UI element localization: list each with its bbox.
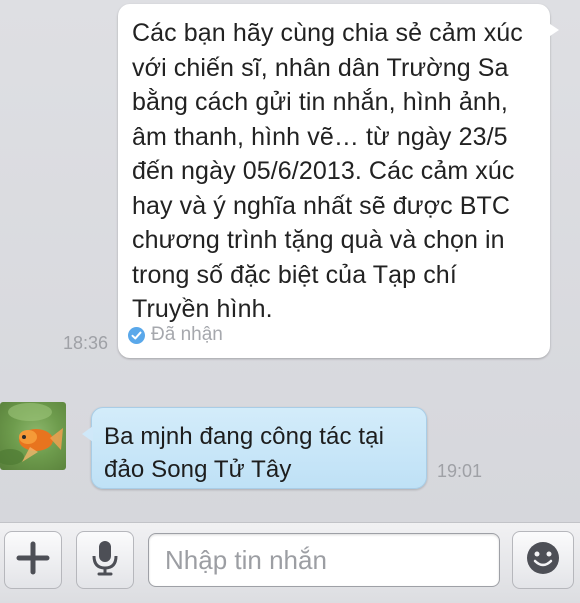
microphone-icon	[90, 539, 120, 582]
smiley-icon	[525, 540, 561, 581]
check-circle-icon	[128, 326, 145, 344]
attach-button[interactable]	[4, 531, 62, 589]
chat-area[interactable]: Các bạn hãy cùng chia sẻ cảm xúc với chi…	[0, 0, 580, 522]
outgoing-message-text: Các bạn hãy cùng chia sẻ cảm xúc với chi…	[132, 19, 523, 323]
outgoing-message-time: 18:36	[63, 333, 109, 353]
plus-icon	[16, 541, 50, 580]
incoming-message-text: Ba mjnh đang công tác tại đảo Song Tử Tâ…	[104, 423, 385, 483]
avatar[interactable]	[0, 402, 66, 470]
incoming-message-time: 19:01	[437, 461, 483, 481]
voice-button[interactable]	[76, 531, 134, 589]
message-composer	[0, 522, 580, 603]
outgoing-message-bubble[interactable]: Các bạn hãy cùng chia sẻ cảm xúc với chi…	[118, 4, 559, 358]
incoming-message-bubble[interactable]: Ba mjnh đang công tác tại đảo Song Tử Tâ…	[82, 407, 427, 489]
message-input[interactable]	[148, 533, 500, 587]
emoji-button[interactable]	[512, 531, 574, 589]
delivery-status-label: Đã nhận	[151, 324, 223, 345]
delivery-status: Đã nhận	[128, 324, 223, 346]
